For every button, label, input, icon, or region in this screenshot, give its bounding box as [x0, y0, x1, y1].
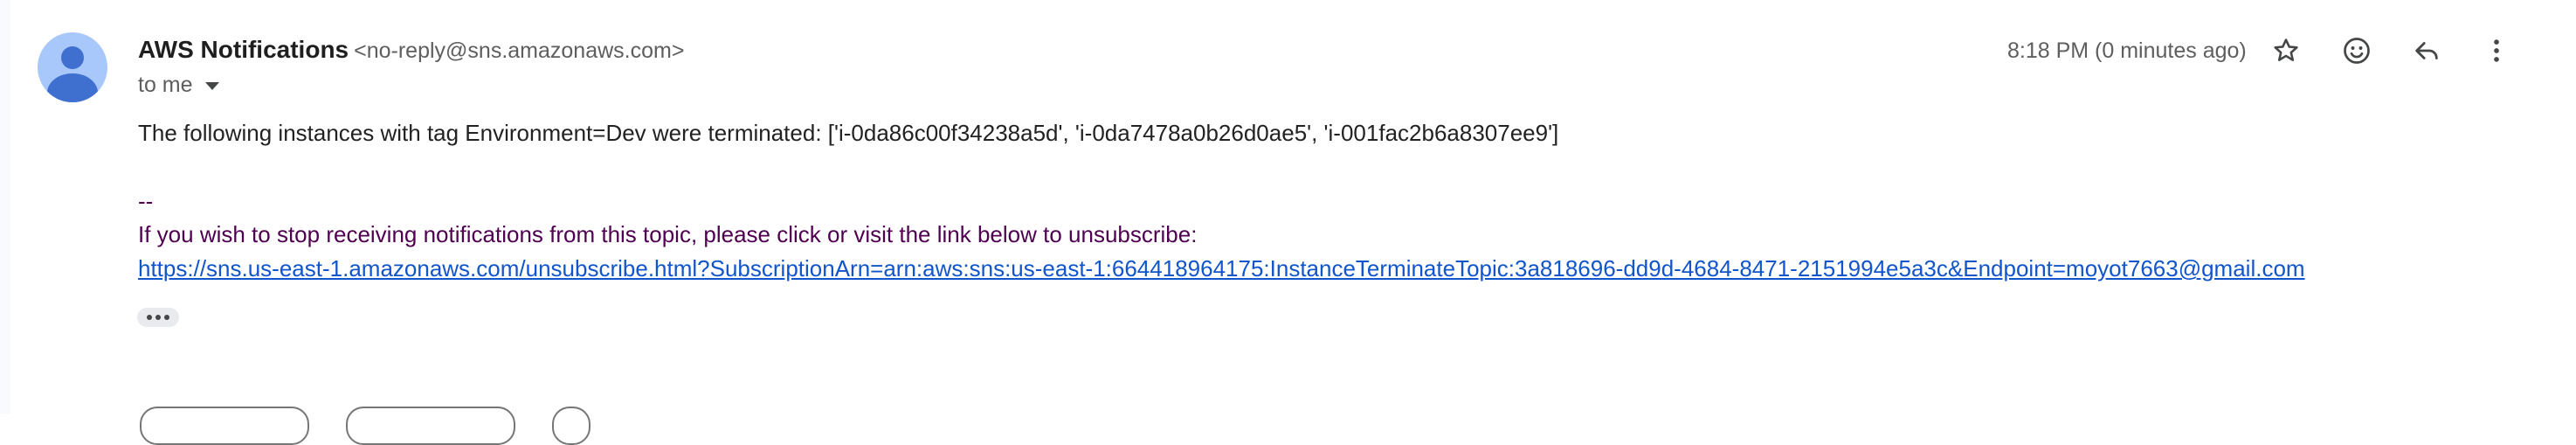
forward-action-chip[interactable] [346, 407, 515, 445]
chevron-down-icon[interactable] [204, 81, 219, 90]
more-vert-icon [2494, 39, 2499, 62]
reply-icon [2415, 42, 2438, 59]
sender-email: <no-reply@sns.amazonaws.com> [354, 38, 685, 63]
star-icon [2274, 38, 2298, 61]
unsubscribe-link[interactable]: https://sns.us-east-1.amazonaws.com/unsu… [138, 254, 2305, 282]
ellipsis-dot [147, 315, 152, 320]
message-body-text: The following instances with tag Environ… [138, 120, 1559, 146]
recipient-details-toggle[interactable]: to me [138, 71, 219, 99]
reply-button[interactable] [2407, 31, 2446, 70]
avatar[interactable] [38, 32, 107, 102]
signature-separator: -- [138, 188, 154, 214]
ellipsis-dot [155, 315, 161, 320]
avatar-shoulders-shape [47, 73, 98, 102]
sender-header: AWS Notifications <no-reply@sns.amazonaws… [138, 33, 684, 71]
emoji-action-chip[interactable] [552, 407, 590, 445]
add-reaction-button[interactable] [2338, 31, 2376, 70]
show-trimmed-content-button[interactable] [137, 308, 179, 327]
more-options-button[interactable] [2477, 31, 2516, 70]
avatar-head-shape [61, 46, 84, 69]
message-timestamp: 8:18 PM (0 minutes ago) [2007, 38, 2247, 63]
unsubscribe-instructions: If you wish to stop receiving notificati… [138, 221, 1198, 247]
sender-name[interactable]: AWS Notifications [138, 36, 349, 63]
left-panel-edge [0, 0, 10, 414]
reply-action-chip[interactable] [140, 407, 309, 445]
star-button[interactable] [2267, 31, 2305, 70]
recipient-label: to me [138, 73, 193, 97]
ellipsis-dot [164, 315, 169, 320]
emoji-reaction-icon [2344, 38, 2370, 64]
